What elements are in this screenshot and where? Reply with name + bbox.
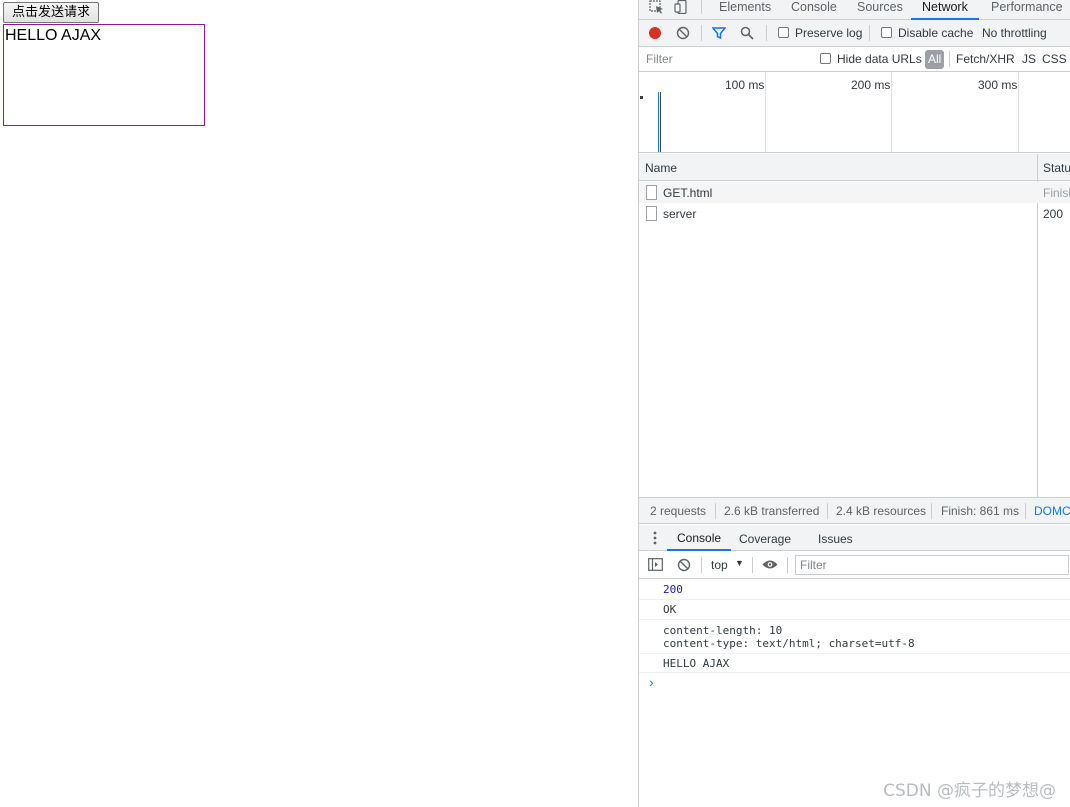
- console-log-line: content-length: 10 content-type: text/ht…: [639, 620, 1070, 654]
- device-toolbar-icon[interactable]: [674, 0, 690, 17]
- chevron-down-icon[interactable]: ▼: [735, 558, 744, 568]
- tab-network[interactable]: Network: [911, 0, 979, 20]
- record-icon[interactable]: [648, 26, 662, 43]
- column-header-name[interactable]: Name: [645, 161, 677, 175]
- console-log-line: OK: [639, 600, 1070, 620]
- preserve-log-checkbox[interactable]: [778, 27, 789, 38]
- network-timeline-overview[interactable]: 100 ms 200 ms 300 ms: [639, 72, 1070, 153]
- table-row[interactable]: server 200: [639, 203, 1070, 224]
- timeline-label-100ms: 100 ms: [725, 78, 765, 92]
- timeline-label-300ms: 300 ms: [978, 78, 1018, 92]
- summary-finish: Finish: 861 ms: [941, 504, 1020, 518]
- requests-table-header: Name Statu: [639, 154, 1070, 181]
- tab-sources[interactable]: Sources: [857, 0, 903, 20]
- timeline-request-bar: [658, 92, 659, 152]
- request-name: GET.html: [663, 186, 713, 200]
- console-prompt[interactable]: ›: [649, 674, 654, 690]
- type-filter-js[interactable]: JS: [1022, 52, 1036, 66]
- document-icon: [646, 185, 657, 200]
- network-toolbar: Preserve log Disable cache No throttling: [639, 20, 1070, 47]
- summary-transferred: 2.6 kB transferred: [724, 504, 820, 518]
- drawer-tab-coverage[interactable]: Coverage: [739, 532, 791, 546]
- watermark: CSDN @疯子的梦想@: [883, 781, 1056, 801]
- table-row[interactable]: GET.html Finish: [639, 182, 1070, 203]
- request-name: server: [663, 207, 697, 221]
- timeline-label-200ms: 200 ms: [851, 78, 891, 92]
- context-selector[interactable]: top: [711, 558, 728, 572]
- network-summary-bar: 2 requests 2.6 kB transferred 2.4 kB res…: [639, 497, 1070, 524]
- live-expression-eye-icon[interactable]: [762, 559, 778, 573]
- request-status: 200: [1043, 207, 1064, 221]
- console-log-text: content-type: text/html; charset=utf-8: [663, 637, 915, 650]
- disable-cache-checkbox[interactable]: [881, 27, 892, 38]
- result-text: HELLO AJAX: [5, 27, 102, 44]
- console-log-text: HELLO AJAX: [663, 657, 730, 670]
- drawer-tab-strip: Console Coverage Issues: [639, 525, 1070, 551]
- request-status: Finish: [1043, 186, 1070, 200]
- hide-data-urls-label: Hide data URLs: [837, 52, 922, 66]
- timeline-request-bar: [660, 92, 661, 152]
- result-box: HELLO AJAX: [3, 24, 205, 126]
- console-output: 200 OK content-length: 10 content-type: …: [639, 579, 1070, 807]
- clear-icon[interactable]: [676, 26, 690, 43]
- throttling-select[interactable]: No throttling: [982, 26, 1047, 40]
- type-filter-fetch-xhr[interactable]: Fetch/XHR: [956, 52, 1015, 66]
- type-filter-css[interactable]: CSS: [1042, 52, 1067, 66]
- filter-icon[interactable]: [711, 26, 727, 43]
- console-log-line: 200: [639, 579, 1070, 600]
- summary-resources: 2.4 kB resources: [836, 504, 927, 518]
- search-icon[interactable]: [740, 26, 754, 43]
- network-filter-bar: Filter Hide data URLs All Fetch/XHR JS C…: [639, 47, 1070, 72]
- summary-requests: 2 requests: [650, 504, 707, 518]
- inspect-element-icon[interactable]: [649, 0, 665, 17]
- clear-console-icon[interactable]: [677, 558, 691, 575]
- console-toolbar: top ▼ Filter: [639, 551, 1070, 579]
- devtools-tab-strip: Elements Console Sources Network Perform…: [639, 0, 1070, 20]
- console-log-line: HELLO AJAX: [639, 654, 1070, 673]
- timeline-marker: [640, 96, 643, 99]
- drawer-tab-issues[interactable]: Issues: [818, 532, 853, 546]
- summary-domcontentloaded: DOMC: [1034, 504, 1070, 518]
- column-header-status[interactable]: Statu: [1043, 161, 1070, 175]
- send-request-button[interactable]: 点击发送请求: [3, 2, 99, 23]
- tab-performance[interactable]: Performance: [991, 0, 1063, 20]
- sidebar-toggle-icon[interactable]: [648, 558, 663, 574]
- requests-table-body: GET.html Finish server 200: [639, 181, 1070, 497]
- console-filter-input[interactable]: Filter: [795, 555, 1069, 575]
- drawer-menu-icon[interactable]: [653, 531, 657, 548]
- tab-elements[interactable]: Elements: [719, 0, 771, 20]
- network-filter-input[interactable]: Filter: [642, 50, 806, 69]
- hide-data-urls-checkbox[interactable]: [820, 53, 831, 64]
- console-log-text: content-length: 10: [663, 624, 783, 637]
- console-log-text: OK: [663, 603, 677, 616]
- tab-console[interactable]: Console: [791, 0, 837, 20]
- page-content: 点击发送请求 HELLO AJAX: [0, 0, 638, 807]
- preserve-log-label: Preserve log: [795, 26, 863, 40]
- document-icon: [646, 206, 657, 221]
- devtools-panel: Elements Console Sources Network Perform…: [638, 0, 1070, 807]
- disable-cache-label: Disable cache: [898, 26, 974, 40]
- console-log-text: 200: [663, 583, 683, 596]
- type-filter-all[interactable]: All: [925, 50, 945, 69]
- drawer-tab-console[interactable]: Console: [667, 525, 732, 551]
